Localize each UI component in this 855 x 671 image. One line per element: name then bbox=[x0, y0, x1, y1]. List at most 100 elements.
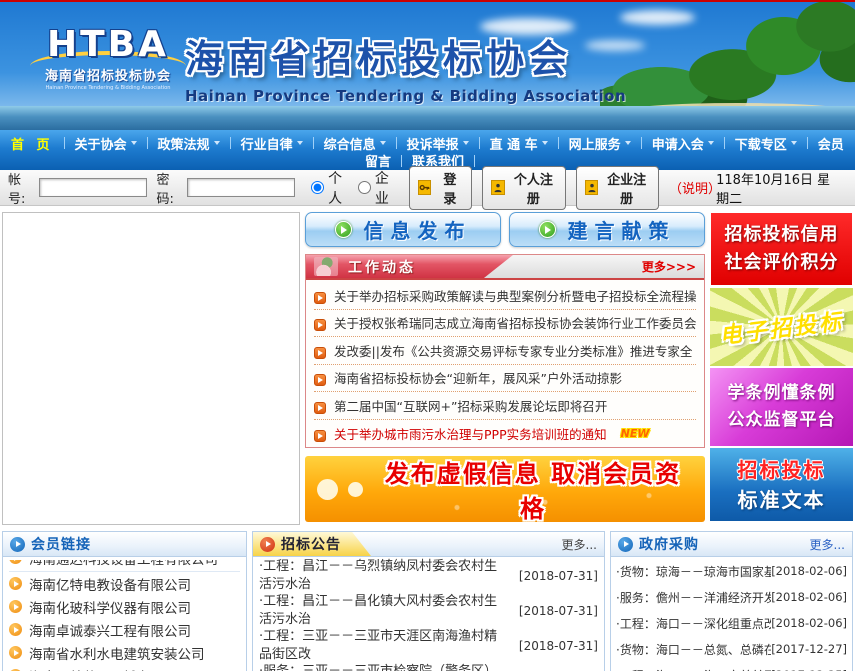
table-row[interactable]: ·工程：海口－－海口市美兰区 [2017-12-25] bbox=[616, 662, 847, 671]
logo-english-name: Hainan Province Tendering & Bidding Asso… bbox=[40, 85, 176, 91]
standard-documents-banner[interactable]: 招标投标 标准文本 bbox=[710, 448, 853, 521]
member-links-title: 会员链接 bbox=[31, 534, 91, 554]
list-item[interactable]: 海南化玻科学仪器有限公司 bbox=[9, 595, 240, 618]
list-item[interactable]: 海南亿特电教设备有限公司 bbox=[9, 572, 240, 595]
table-row[interactable]: ·工程：昌江－－昌化镇大风村委会农村生活污水治 [2018-07-31] bbox=[259, 593, 598, 628]
table-row[interactable]: ·货物：海口－－总氮、总磷在 [2017-12-27] bbox=[616, 636, 847, 662]
person-icon bbox=[585, 180, 599, 195]
table-row[interactable]: ·服务：三亚－－三亚市检察院（警务区）改造工程 bbox=[259, 663, 598, 671]
personal-radio-input[interactable] bbox=[311, 181, 324, 194]
table-row[interactable]: ·货物：琼海－－琼海市国家基 [2018-02-06] bbox=[616, 558, 847, 584]
arrow-bullet-icon bbox=[9, 646, 22, 659]
key-icon bbox=[418, 180, 432, 195]
nav-item-member[interactable]: 会员 bbox=[811, 134, 851, 153]
work-news-tab: 工作动态 bbox=[306, 255, 513, 278]
site-logo[interactable]: HTBA 海南省招标投标协会 Hainan Province Tendering… bbox=[28, 24, 188, 91]
note-link[interactable]: （说明） bbox=[669, 178, 716, 197]
public-supervision-banner[interactable]: 学条例懂条例 公众监督平台 bbox=[710, 368, 853, 446]
nav-divider bbox=[474, 155, 475, 167]
tender-notices-more-link[interactable]: 更多... bbox=[562, 536, 597, 553]
e-tendering-banner[interactable]: 电子招投标 bbox=[710, 288, 853, 366]
table-row[interactable]: ·工程：海口－－深化组重点改 [2018-02-06] bbox=[616, 610, 847, 636]
password-input[interactable] bbox=[187, 178, 295, 197]
nav-divider bbox=[807, 137, 808, 149]
date-value: [2018-02-06] bbox=[771, 564, 847, 578]
nav-divider bbox=[147, 137, 148, 149]
nav-item-home[interactable]: 首 页 bbox=[4, 134, 61, 153]
quick-buttons: 信息发布 建言献策 bbox=[305, 212, 705, 247]
member-links-panel: 会员链接 海南通达科技设备工程有限公司 海南亿特电教设备有限公司 海南化玻科学仪… bbox=[2, 531, 247, 671]
tender-notices-header: 招标公告 更多... bbox=[253, 532, 604, 557]
ocean-strip bbox=[0, 106, 855, 130]
login-button[interactable]: 登 录 bbox=[409, 166, 473, 210]
table-row[interactable]: ·工程：三亚－－三亚市天涯区南海渔村精品街区改 [2018-07-31] bbox=[259, 628, 598, 663]
nav-divider bbox=[64, 137, 65, 149]
nav-item-complaints[interactable]: 投诉举报 bbox=[400, 134, 476, 153]
suggestions-button[interactable]: 建言献策 bbox=[509, 212, 705, 247]
chevron-down-icon bbox=[463, 141, 469, 145]
gov-procurement-more-link[interactable]: 更多... bbox=[810, 536, 845, 553]
arrow-circle-icon bbox=[10, 537, 25, 552]
list-item[interactable]: 海南省水利水电建筑安装公司 bbox=[9, 641, 240, 664]
new-badge: NEW bbox=[621, 427, 650, 440]
arrow-circle-icon bbox=[618, 537, 633, 552]
info-release-button[interactable]: 信息发布 bbox=[305, 212, 501, 247]
nav-item-online-services[interactable]: 网上服务 bbox=[562, 134, 638, 153]
gov-procurement-title: 政府采购 bbox=[639, 534, 699, 554]
middle-column: 信息发布 建言献策 工作动态 更多>>> 关于举办招标采购政策解读与典型案例分析… bbox=[305, 212, 705, 525]
play-icon bbox=[335, 221, 352, 238]
banner-dot-decoration bbox=[317, 479, 338, 500]
nav-divider bbox=[230, 137, 231, 149]
nav-item-self-discipline[interactable]: 行业自律 bbox=[234, 134, 310, 153]
credit-score-banner[interactable]: 招标投标信用 社会评价积分 bbox=[710, 212, 853, 286]
list-item[interactable]: 海南卓诚泰兴工程有限公司 bbox=[9, 618, 240, 641]
date-value: [2017-12-27] bbox=[771, 642, 847, 656]
member-links-header: 会员链接 bbox=[3, 532, 246, 557]
right-banner-column: 招标投标信用 社会评价积分 电子招投标 学条例懂条例 公众监督平台 招标投标 标… bbox=[710, 212, 853, 525]
site-title-chinese: 海南省招标投标协会 bbox=[185, 28, 626, 83]
chevron-down-icon bbox=[625, 141, 631, 145]
account-input[interactable] bbox=[39, 178, 147, 197]
news-item[interactable]: 第二届中国“互联网+”招标采购发展论坛即将召开 bbox=[314, 392, 696, 420]
person-icon bbox=[491, 180, 505, 195]
news-item[interactable]: 关于授权张希瑞同志成立海南省招标投标协会装饰行业工作委员会的 bbox=[314, 310, 696, 338]
chevron-down-icon bbox=[380, 141, 386, 145]
warning-banner[interactable]: 发布虚假信息 取消会员资格 bbox=[305, 456, 705, 522]
list-item[interactable]: 海南通达科技设备工程有限公司 bbox=[9, 560, 240, 572]
nav-divider bbox=[396, 137, 397, 149]
main-navigation: 首 页 关于协会 政策法规 行业自律 综合信息 投诉举报 直 通 车 网上服务 … bbox=[0, 130, 855, 170]
personal-register-button[interactable]: 个人注册 bbox=[482, 166, 565, 210]
arrow-bullet-icon bbox=[314, 319, 326, 331]
current-date: 118年10月16日 星期二 bbox=[716, 169, 847, 207]
chevron-down-icon bbox=[214, 141, 220, 145]
arrow-bullet-icon bbox=[314, 292, 326, 304]
list-item[interactable]: 海南双鸽药品医械有限公司 bbox=[9, 664, 240, 671]
nav-item-policies[interactable]: 政策法规 bbox=[151, 134, 227, 153]
site-header: HTBA 海南省招标投标协会 Hainan Province Tendering… bbox=[0, 2, 855, 130]
nav-item-about[interactable]: 关于协会 bbox=[68, 134, 144, 153]
nav-item-downloads[interactable]: 下载专区 bbox=[728, 134, 804, 153]
arrow-bullet-icon bbox=[9, 577, 22, 590]
nav-item-express[interactable]: 直 通 车 bbox=[483, 134, 555, 153]
chevron-down-icon bbox=[542, 141, 548, 145]
nav-item-apply-membership[interactable]: 申请入会 bbox=[645, 134, 721, 153]
table-row[interactable]: ·工程：昌江－－乌烈镇纳凤村委会农村生活污水治 [2018-07-31] bbox=[259, 558, 598, 593]
work-news-more-link[interactable]: 更多>>> bbox=[642, 258, 704, 275]
nav-item-general-info[interactable]: 综合信息 bbox=[317, 134, 393, 153]
work-news-panel: 工作动态 更多>>> 关于举办招标采购政策解读与典型案例分析暨电子招投标全流程操… bbox=[305, 254, 705, 448]
date-value: [2018-07-31] bbox=[512, 604, 598, 618]
enterprise-register-button[interactable]: 企业注册 bbox=[576, 166, 659, 210]
news-item-highlighted[interactable]: 关于举办城市雨污水治理与PPP实务培训班的通知 NEW bbox=[314, 420, 696, 448]
personal-radio[interactable]: 个人 bbox=[311, 168, 352, 208]
enterprise-radio[interactable]: 企业 bbox=[358, 168, 399, 208]
enterprise-radio-input[interactable] bbox=[358, 181, 371, 194]
news-item[interactable]: 关于举办招标采购政策解读与典型案例分析暨电子招投标全流程操作 bbox=[314, 282, 696, 310]
site-title: 海南省招标投标协会 Hainan Province Tendering & Bi… bbox=[185, 28, 626, 105]
chevron-down-icon bbox=[708, 141, 714, 145]
arrow-bullet-icon bbox=[314, 430, 326, 442]
news-item[interactable]: 发改委||发布《公共资源交易评标专家专业分类标准》推进专家全 bbox=[314, 337, 696, 365]
table-row[interactable]: ·服务：儋州－－洋浦经济开发 [2018-02-06] bbox=[616, 584, 847, 610]
nav-divider bbox=[641, 137, 642, 149]
news-item[interactable]: 海南省招标投标协会“迎新年，展风采”户外活动掠影 bbox=[314, 365, 696, 393]
arrow-bullet-icon bbox=[9, 623, 22, 636]
